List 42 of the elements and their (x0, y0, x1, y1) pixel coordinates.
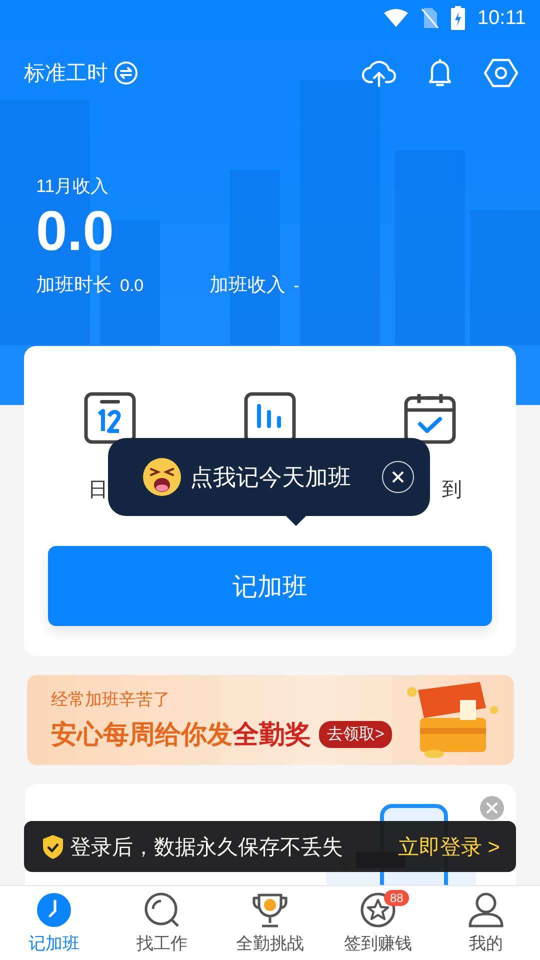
nav-tab[interactable]: 签到赚钱 88 (324, 886, 432, 960)
banner-highlight: 全勤奖 (233, 718, 311, 751)
nav-tab[interactable]: 找工作 (108, 886, 216, 960)
claim-button[interactable]: 去领取> (319, 721, 392, 748)
swap-icon[interactable] (114, 61, 138, 85)
close-icon (392, 471, 404, 483)
tooltip-text: 点我记今天加班 (190, 462, 352, 492)
battery-charging-icon (451, 6, 466, 30)
stat-label: 加班收入 (210, 274, 286, 298)
stat-value: - (294, 276, 300, 296)
count-badge: 88 (384, 890, 410, 906)
bell-icon[interactable] (426, 58, 454, 88)
shield-check-icon (42, 834, 64, 860)
angry-face-icon (142, 457, 182, 497)
nav-tab[interactable]: 全勤挑战 (216, 886, 324, 960)
search-icon (144, 892, 180, 928)
status-time: 10:11 (477, 6, 526, 30)
stat-value: 0.0 (120, 276, 144, 296)
mode-label: 标准工时 (24, 61, 108, 87)
settings-icon[interactable] (484, 58, 518, 88)
calendar-icon[interactable] (84, 392, 136, 444)
nav-tab[interactable]: 记加班 (0, 886, 108, 960)
income-label: 11月收入 (36, 175, 110, 198)
banner-subtitle: 经常加班辛苦了 (51, 689, 171, 711)
trophy-icon (252, 892, 288, 928)
close-icon (486, 802, 498, 814)
calendar-check-icon[interactable] (404, 392, 456, 444)
income-value: 0.0 (36, 200, 115, 262)
tool-label[interactable]: 到 (442, 476, 462, 503)
record-overtime-button[interactable]: 记加班 (48, 546, 492, 626)
cloud-upload-icon[interactable] (362, 58, 396, 88)
user-icon (468, 892, 504, 928)
wifi-icon (383, 8, 410, 28)
close-button[interactable] (382, 461, 414, 493)
login-toast-text: 登录后，数据永久保存不丢失 (70, 834, 344, 860)
stat-label: 加班时长 (36, 274, 112, 298)
tool-label[interactable]: 日 (88, 476, 108, 503)
clock-icon (36, 892, 72, 928)
banner-headline: 安心每周给你发 (51, 718, 233, 751)
nav-tab[interactable]: 我的 (432, 886, 540, 960)
login-link[interactable]: 立即登录 > (398, 832, 500, 860)
no-sim-icon (421, 7, 440, 29)
